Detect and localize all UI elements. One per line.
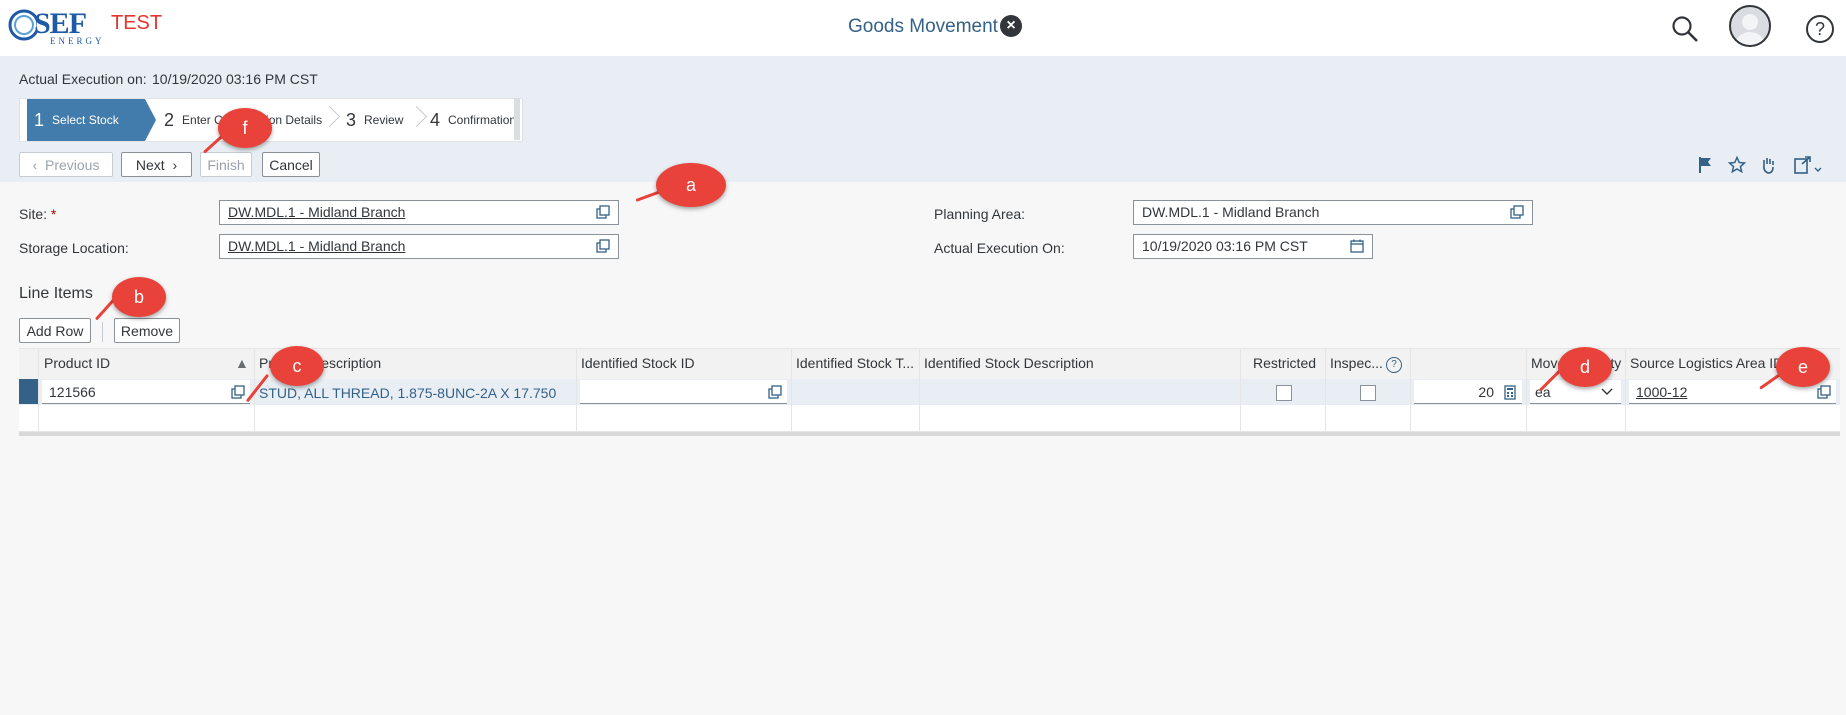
- site-field[interactable]: DW.MDL.1 - Midland Branch: [219, 200, 619, 225]
- site-value: DW.MDL.1 - Midland Branch: [228, 204, 406, 220]
- required-marker: *: [50, 206, 57, 222]
- remove-button[interactable]: Remove: [114, 318, 180, 343]
- chevron-right-icon: ›: [164, 157, 178, 173]
- callout-a: a: [656, 163, 726, 207]
- step-confirmation[interactable]: 4 Confirmation: [413, 99, 520, 141]
- hand-icon[interactable]: [1760, 156, 1776, 174]
- flag-icon[interactable]: [1697, 156, 1713, 174]
- cancel-button[interactable]: Cancel: [262, 152, 320, 177]
- callout-d: d: [1558, 347, 1612, 387]
- finish-button[interactable]: Finish: [200, 152, 252, 177]
- column-divider: [1240, 348, 1241, 432]
- restricted-checkbox[interactable]: [1276, 385, 1292, 401]
- column-divider: [919, 348, 920, 432]
- step-number: 3: [346, 109, 357, 130]
- callout-e: e: [1776, 347, 1830, 387]
- col-source-logistics-area[interactable]: Source Logistics Area ID: [1630, 355, 1783, 371]
- value-help-icon[interactable]: [1817, 385, 1831, 399]
- column-divider: [791, 348, 792, 432]
- site-label-text: Site:: [19, 206, 48, 222]
- execution-on-value: 10/19/2020 03:16 PM CST: [1142, 238, 1308, 254]
- step-select-stock[interactable]: 1 Select Stock: [27, 99, 156, 141]
- sort-icon[interactable]: ▲: [235, 355, 249, 371]
- logo-icon: [8, 9, 37, 41]
- table-footer: [19, 432, 1840, 436]
- value-help-icon[interactable]: [1510, 205, 1524, 219]
- step-review[interactable]: 3 Review: [326, 99, 414, 141]
- identified-stock-id-input[interactable]: [580, 380, 787, 404]
- product-id-input[interactable]: 121566: [42, 380, 250, 404]
- column-divider: [576, 348, 577, 432]
- value-help-icon[interactable]: [596, 239, 610, 253]
- planning-area-field[interactable]: DW.MDL.1 - Midland Branch: [1133, 200, 1533, 225]
- step-number: 4: [430, 109, 441, 130]
- value-help-icon[interactable]: [768, 385, 782, 399]
- col-product-id[interactable]: Product ID: [44, 355, 110, 371]
- callout-b: b: [112, 277, 166, 317]
- step-label: Confirmation: [448, 113, 517, 127]
- next-label: Next: [135, 157, 165, 173]
- quantity-value: 20: [1478, 384, 1494, 400]
- callout-f: f: [218, 108, 272, 148]
- value-help-icon[interactable]: [596, 205, 610, 219]
- add-row-button[interactable]: Add Row: [19, 318, 91, 343]
- product-description-link[interactable]: STUD, ALL THREAD, 1.875-8UNC-2A X 17.750: [259, 385, 556, 401]
- execution-on-field[interactable]: 10/19/2020 03:16 PM CST: [1133, 234, 1373, 259]
- previous-button[interactable]: ‹ Previous: [19, 152, 113, 177]
- product-id-value: 121566: [49, 384, 96, 400]
- next-button[interactable]: Next ›: [121, 152, 192, 177]
- close-app-icon[interactable]: ×: [1000, 15, 1022, 37]
- row-selector[interactable]: [19, 379, 38, 404]
- previous-label: Previous: [44, 157, 100, 173]
- logo-subtext: ENERGY: [50, 36, 105, 46]
- col-inspection[interactable]: Inspec...: [1330, 355, 1383, 371]
- column-divider: [38, 348, 39, 432]
- site-label: Site: *: [19, 206, 56, 222]
- star-icon[interactable]: [1728, 156, 1746, 174]
- search-icon[interactable]: [1671, 15, 1699, 43]
- step-label: Select Stock: [52, 113, 119, 127]
- planning-area-label: Planning Area:: [934, 206, 1026, 222]
- step-label: Review: [364, 113, 404, 127]
- storage-location-field[interactable]: DW.MDL.1 - Midland Branch: [219, 234, 619, 259]
- quantity-input[interactable]: 20: [1414, 380, 1522, 404]
- toolbar-separator: [102, 322, 103, 342]
- column-divider: [1410, 348, 1411, 432]
- table-row-empty: [19, 405, 1840, 432]
- actual-execution-value: 10/19/2020 03:16 PM CST: [152, 71, 318, 87]
- wizard-steps-end: [514, 98, 520, 140]
- col-identified-stock-description[interactable]: Identified Stock Description: [924, 355, 1094, 371]
- user-icon: [1736, 14, 1764, 45]
- inspection-checkbox[interactable]: [1360, 385, 1376, 401]
- execution-on-label: Actual Execution On:: [934, 240, 1065, 256]
- column-divider: [1625, 348, 1626, 432]
- chevron-down-icon: [1601, 388, 1613, 395]
- calendar-icon[interactable]: [1350, 239, 1364, 253]
- source-logistics-area-value: 1000-12: [1636, 384, 1688, 400]
- environment-label: TEST: [111, 12, 163, 34]
- column-divider: [1526, 348, 1527, 432]
- storage-location-label: Storage Location:: [19, 240, 129, 256]
- chevron-left-icon: ‹: [32, 157, 45, 173]
- line-items-title: Line Items: [19, 285, 93, 302]
- calculator-icon[interactable]: [1504, 385, 1516, 400]
- share-icon[interactable]: [1794, 156, 1824, 174]
- storage-location-value: DW.MDL.1 - Midland Branch: [228, 238, 406, 254]
- step-number: 2: [164, 109, 175, 130]
- user-avatar[interactable]: [1729, 5, 1771, 47]
- step-number: 1: [34, 109, 45, 130]
- actual-execution-label: Actual Execution on:: [19, 71, 147, 87]
- info-icon[interactable]: ?: [1386, 357, 1402, 373]
- col-identified-stock-type[interactable]: Identified Stock T...: [796, 355, 914, 371]
- col-identified-stock-id[interactable]: Identified Stock ID: [581, 355, 695, 371]
- planning-area-value: DW.MDL.1 - Midland Branch: [1142, 204, 1320, 220]
- col-restricted[interactable]: Restricted: [1253, 355, 1316, 371]
- value-help-icon[interactable]: [231, 385, 245, 399]
- help-icon[interactable]: ?: [1806, 15, 1834, 43]
- column-divider: [1325, 348, 1326, 432]
- app-title[interactable]: Goods Movement: [848, 16, 998, 38]
- callout-c: c: [270, 346, 324, 386]
- wizard-steps: 1 Select Stock 2 Enter Confirmation Deta…: [19, 98, 523, 142]
